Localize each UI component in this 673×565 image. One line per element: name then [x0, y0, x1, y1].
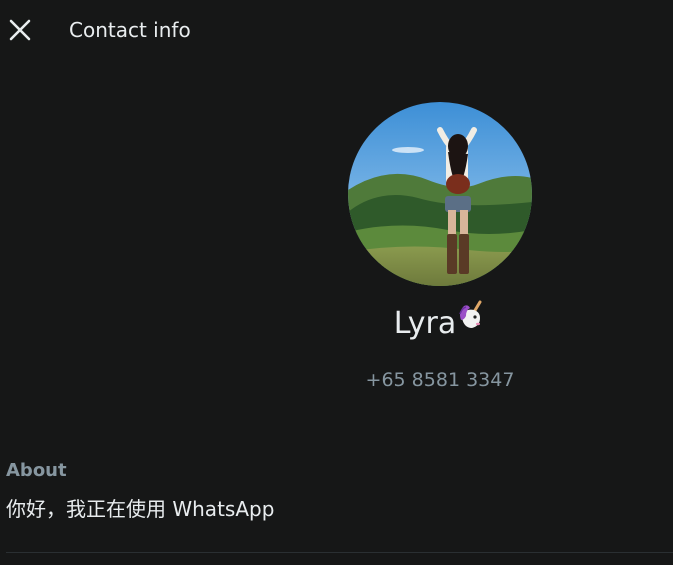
- divider: [6, 552, 673, 553]
- contact-name: Lyra: [340, 300, 540, 344]
- about-heading: About: [6, 460, 67, 481]
- unicorn-icon: [456, 300, 486, 341]
- profile-photo: [348, 102, 532, 286]
- contact-name-text: Lyra: [393, 306, 457, 341]
- avatar[interactable]: [348, 102, 532, 286]
- contact-phone: +65 8581 3347: [365, 369, 515, 391]
- about-text: 你好，我正在使用 WhatsApp: [6, 497, 275, 521]
- close-button[interactable]: [8, 18, 32, 42]
- contact-info-header: Contact info: [0, 0, 673, 60]
- page-title: Contact info: [69, 18, 191, 42]
- close-icon: [9, 19, 31, 41]
